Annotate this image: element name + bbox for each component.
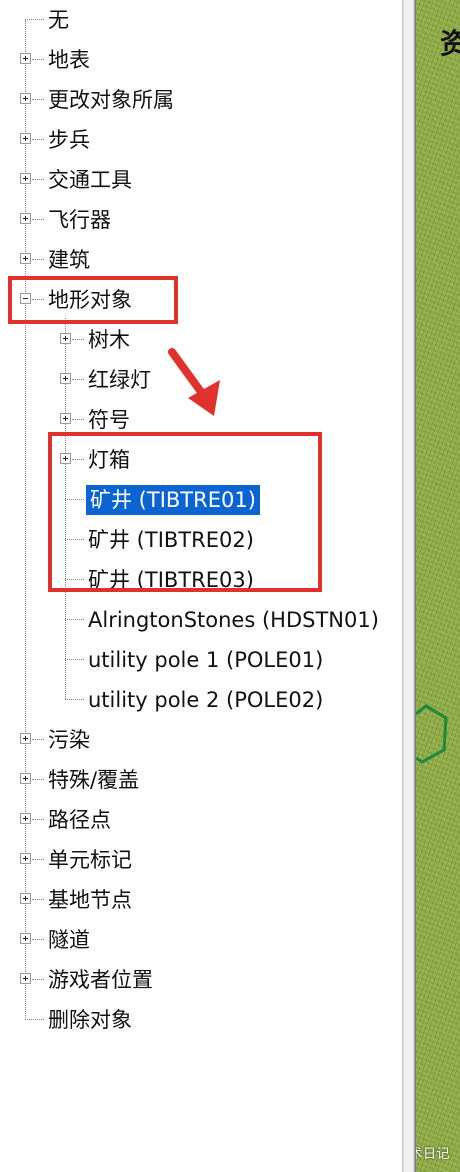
tree-item-label: 单元标记 xyxy=(48,848,132,872)
tree-item-label: 基地节点 xyxy=(48,888,132,912)
tree-item[interactable]: 游戏者位置 xyxy=(20,960,402,1000)
tree-item-label: 无 xyxy=(48,8,69,32)
tree-connector-line xyxy=(25,1019,44,1020)
tree-item[interactable]: 单元标记 xyxy=(20,840,402,880)
expand-icon[interactable] xyxy=(20,933,31,944)
tree-item[interactable]: 隧道 xyxy=(20,920,402,960)
tree-item-label: 步兵 xyxy=(48,128,90,152)
tree-item-label: utility pole 1 (POLE01) xyxy=(88,648,324,672)
tree-connector-line xyxy=(32,859,44,860)
annotation-arrow-shaft xyxy=(168,348,208,400)
tree-connector-line xyxy=(32,739,44,740)
tree-item[interactable]: 无 xyxy=(20,0,402,40)
tree-item[interactable]: 飞行器 xyxy=(20,200,402,240)
map-waypoint-marker xyxy=(416,704,448,764)
tree-connector-line xyxy=(72,379,84,380)
tree-connector-line xyxy=(32,259,44,260)
expand-icon[interactable] xyxy=(20,133,31,144)
tree-item-label: 飞行器 xyxy=(48,208,111,232)
tree-item[interactable]: 特殊/覆盖 xyxy=(20,760,402,800)
expand-icon[interactable] xyxy=(20,173,31,184)
expand-icon[interactable] xyxy=(20,213,31,224)
tree-connector-line xyxy=(32,59,44,60)
expand-icon[interactable] xyxy=(20,773,31,784)
tree-connector-line xyxy=(32,939,44,940)
tree-item-label: 地表 xyxy=(48,48,90,72)
tree-child-item[interactable]: utility pole 1 (POLE01) xyxy=(60,640,402,680)
tree-item-label: 更改对象所属 xyxy=(48,88,174,112)
tree-connector-line xyxy=(32,979,44,980)
watermark: 头条 @艺术日记 xyxy=(416,1147,450,1162)
tree-item-label: 游戏者位置 xyxy=(48,968,153,992)
expand-icon[interactable] xyxy=(20,893,31,904)
expand-icon[interactable] xyxy=(20,973,31,984)
expand-icon[interactable] xyxy=(20,253,31,264)
expand-icon[interactable] xyxy=(60,333,71,344)
tree-item-label: 隧道 xyxy=(48,928,90,952)
tree-item-label: AlringtonStones (HDSTN01) xyxy=(88,608,379,632)
expand-icon[interactable] xyxy=(60,373,71,384)
tree-item-label: 红绿灯 xyxy=(88,368,151,392)
expand-icon[interactable] xyxy=(20,733,31,744)
tree-connector-line xyxy=(72,339,84,340)
tree-connector-line xyxy=(32,779,44,780)
annotation-box-mine-items xyxy=(48,432,322,592)
tree-connector-line xyxy=(72,419,84,420)
tree-connector-line xyxy=(32,99,44,100)
tree-child-item[interactable]: AlringtonStones (HDSTN01) xyxy=(60,600,402,640)
tree-item[interactable]: 污染 xyxy=(20,720,402,760)
tree-connector-line xyxy=(32,899,44,900)
annotation-box-terrain-objects xyxy=(8,276,178,324)
tree-connector-line xyxy=(65,619,84,620)
object-tree-panel: 无地表 更改对象所属 步兵 交通工具 飞行器 建筑 地形对象 树木 红绿灯 符号 灯箱 矿井 (TIB… xyxy=(0,0,402,1172)
tree-connector-line xyxy=(65,659,84,660)
tree-connector-line xyxy=(65,699,84,700)
tree-item-label: 删除对象 xyxy=(48,1008,132,1032)
tree-connector-line xyxy=(32,179,44,180)
tree-item[interactable]: 删除对象 xyxy=(20,1000,402,1040)
tree-item-label: utility pole 2 (POLE02) xyxy=(88,688,324,712)
expand-icon[interactable] xyxy=(60,413,71,424)
annotation-arrow xyxy=(168,348,220,416)
tree-item[interactable]: 路径点 xyxy=(20,800,402,840)
expand-icon[interactable] xyxy=(20,853,31,864)
tree-connector-line xyxy=(32,139,44,140)
tree-item[interactable]: 基地节点 xyxy=(20,880,402,920)
map-waypoint-outline xyxy=(416,704,448,764)
tree-item-label: 污染 xyxy=(48,728,90,752)
tree-item[interactable]: 交通工具 xyxy=(20,160,402,200)
tree-item[interactable]: 步兵 xyxy=(20,120,402,160)
tree-item-label: 路径点 xyxy=(48,808,111,832)
tree-item[interactable]: 建筑 xyxy=(20,240,402,280)
expand-icon[interactable] xyxy=(20,813,31,824)
map-title-fragment: 资 xyxy=(440,27,460,60)
tree-item-label: 交通工具 xyxy=(48,168,132,192)
tree-item[interactable]: 更改对象所属 xyxy=(20,80,402,120)
expand-icon[interactable] xyxy=(20,53,31,64)
tree-connector-line xyxy=(32,819,44,820)
tree-item-label: 树木 xyxy=(88,328,130,352)
tree-item-label: 建筑 xyxy=(48,248,90,272)
panel-splitter[interactable] xyxy=(402,0,416,1172)
tree-item-label: 特殊/覆盖 xyxy=(48,768,140,792)
expand-icon[interactable] xyxy=(20,93,31,104)
tree-connector-line xyxy=(32,219,44,220)
tree-child-item[interactable]: utility pole 2 (POLE02) xyxy=(60,680,402,720)
tree-item[interactable]: 地表 xyxy=(20,40,402,80)
tree-child-item[interactable]: 树木 xyxy=(60,320,402,360)
tree-connector-line xyxy=(25,19,44,20)
tree-child-item[interactable]: 红绿灯 xyxy=(60,360,402,400)
map-view[interactable]: 资 头条 @艺术日记 xyxy=(416,0,460,1172)
